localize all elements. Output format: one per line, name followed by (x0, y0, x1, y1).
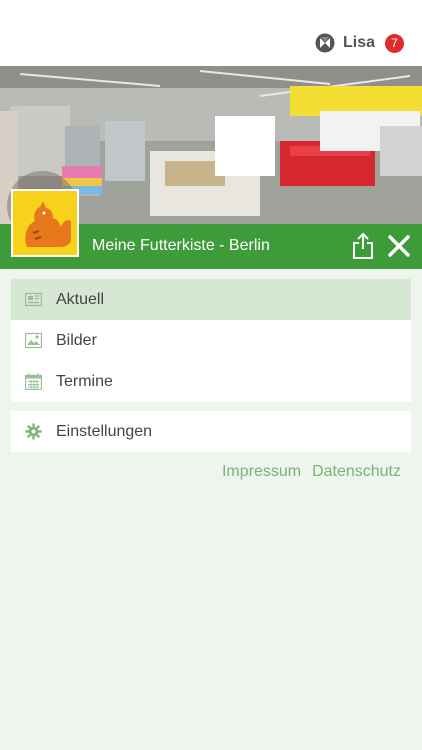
datenschutz-link[interactable]: Datenschutz (312, 463, 401, 481)
share-icon[interactable] (350, 232, 376, 260)
menu-item-label: Termine (56, 372, 113, 390)
menu-item-einstellungen[interactable]: Einstellungen (11, 411, 411, 452)
user-menu[interactable]: Lisa 7 (315, 33, 404, 53)
app-logo-icon (315, 33, 335, 53)
top-bar: Lisa 7 (0, 0, 422, 66)
image-icon (25, 332, 42, 349)
gear-icon (25, 423, 42, 440)
calendar-icon (25, 373, 42, 390)
notification-badge[interactable]: 7 (385, 33, 404, 53)
menu-item-label: Bilder (56, 331, 97, 349)
menu-item-label: Aktuell (56, 290, 105, 308)
footer-links: Impressum Datenschutz (222, 463, 401, 481)
close-icon[interactable] (386, 233, 412, 259)
menu-item-label: Einstellungen (56, 422, 153, 440)
menu-item-bilder[interactable]: Bilder (11, 320, 411, 361)
impressum-link[interactable]: Impressum (222, 463, 301, 481)
main-menu: Aktuell Bilder Termine (11, 279, 411, 402)
store-title: Meine Futterkiste - Berlin (92, 237, 270, 254)
settings-menu: Einstellungen (11, 411, 411, 452)
menu-item-termine[interactable]: Termine (11, 361, 411, 402)
newspaper-icon (25, 292, 42, 307)
user-name: Lisa (342, 34, 375, 51)
store-logo (11, 189, 79, 257)
menu-item-aktuell[interactable]: Aktuell (11, 279, 411, 320)
